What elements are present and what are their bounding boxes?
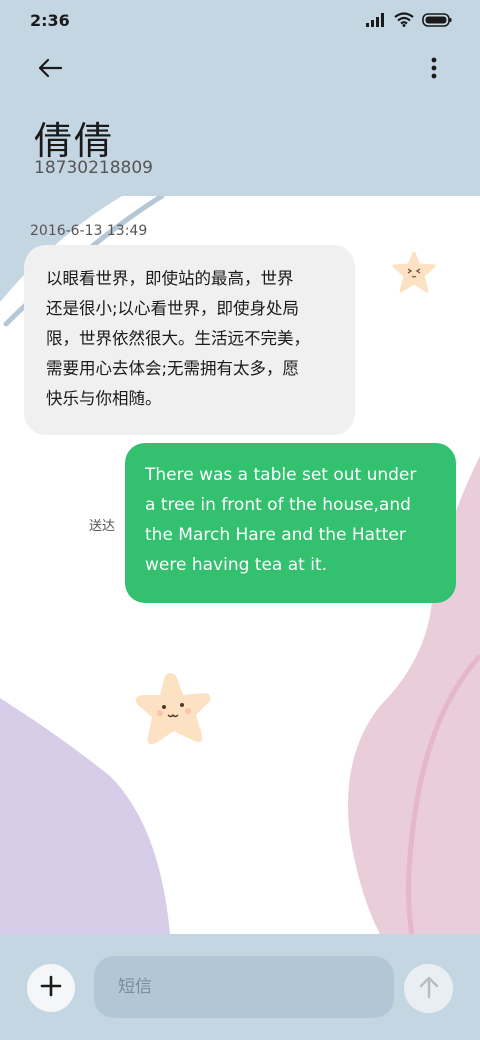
message-line: were having tea at it. [145,555,328,575]
plus-icon [40,975,62,1001]
message-input[interactable] [94,956,394,1018]
message-line: 需要用心去体会;无需拥有太多，愿 [46,359,300,378]
message-line: 快乐与你相随。 [46,389,162,408]
star-sticker-icon [392,251,436,293]
message-list[interactable]: 2016-6-13 13:49 以眼看世界，即使站的最高，世界 还是很小;以心看… [0,196,480,934]
add-attachment-button[interactable] [27,964,75,1012]
status-time: 2:36 [30,11,70,30]
battery-icon [422,12,452,31]
outgoing-message-bubble[interactable]: There was a table set out under a tree i… [125,443,456,603]
conversation-header: 倩倩 18730218809 [0,44,480,196]
message-line: a tree in front of the house,and [145,495,411,515]
arrow-left-icon [37,58,63,82]
message-timestamp: 2016-6-13 13:49 [30,223,148,239]
status-bar: 2:36 [0,0,480,44]
contact-number: 18730218809 [34,158,153,178]
signal-icon [366,12,386,31]
composer-bar [0,934,480,1040]
more-vertical-icon [431,57,437,83]
message-line: There was a table set out under [145,465,417,485]
star-sticker-icon [135,673,211,745]
message-line: the March Hare and the Hatter [145,525,406,545]
incoming-message-bubble[interactable]: 以眼看世界，即使站的最高，世界 还是很小;以心看世界，即使身处局 限，世界依然很… [24,245,355,435]
wifi-icon [394,12,414,31]
more-options-button[interactable] [422,52,446,88]
message-line: 限，世界依然很大。生活远不完美， [46,329,310,348]
send-button[interactable] [404,964,453,1013]
message-line: 以眼看世界，即使站的最高，世界 [46,269,294,288]
arrow-up-icon [419,975,439,1003]
delivery-status: 送达 [89,519,116,534]
status-icons [366,12,452,31]
message-line: 还是很小;以心看世界，即使身处局 [46,299,300,318]
contact-name: 倩倩 [34,119,115,163]
back-button[interactable] [30,52,70,88]
